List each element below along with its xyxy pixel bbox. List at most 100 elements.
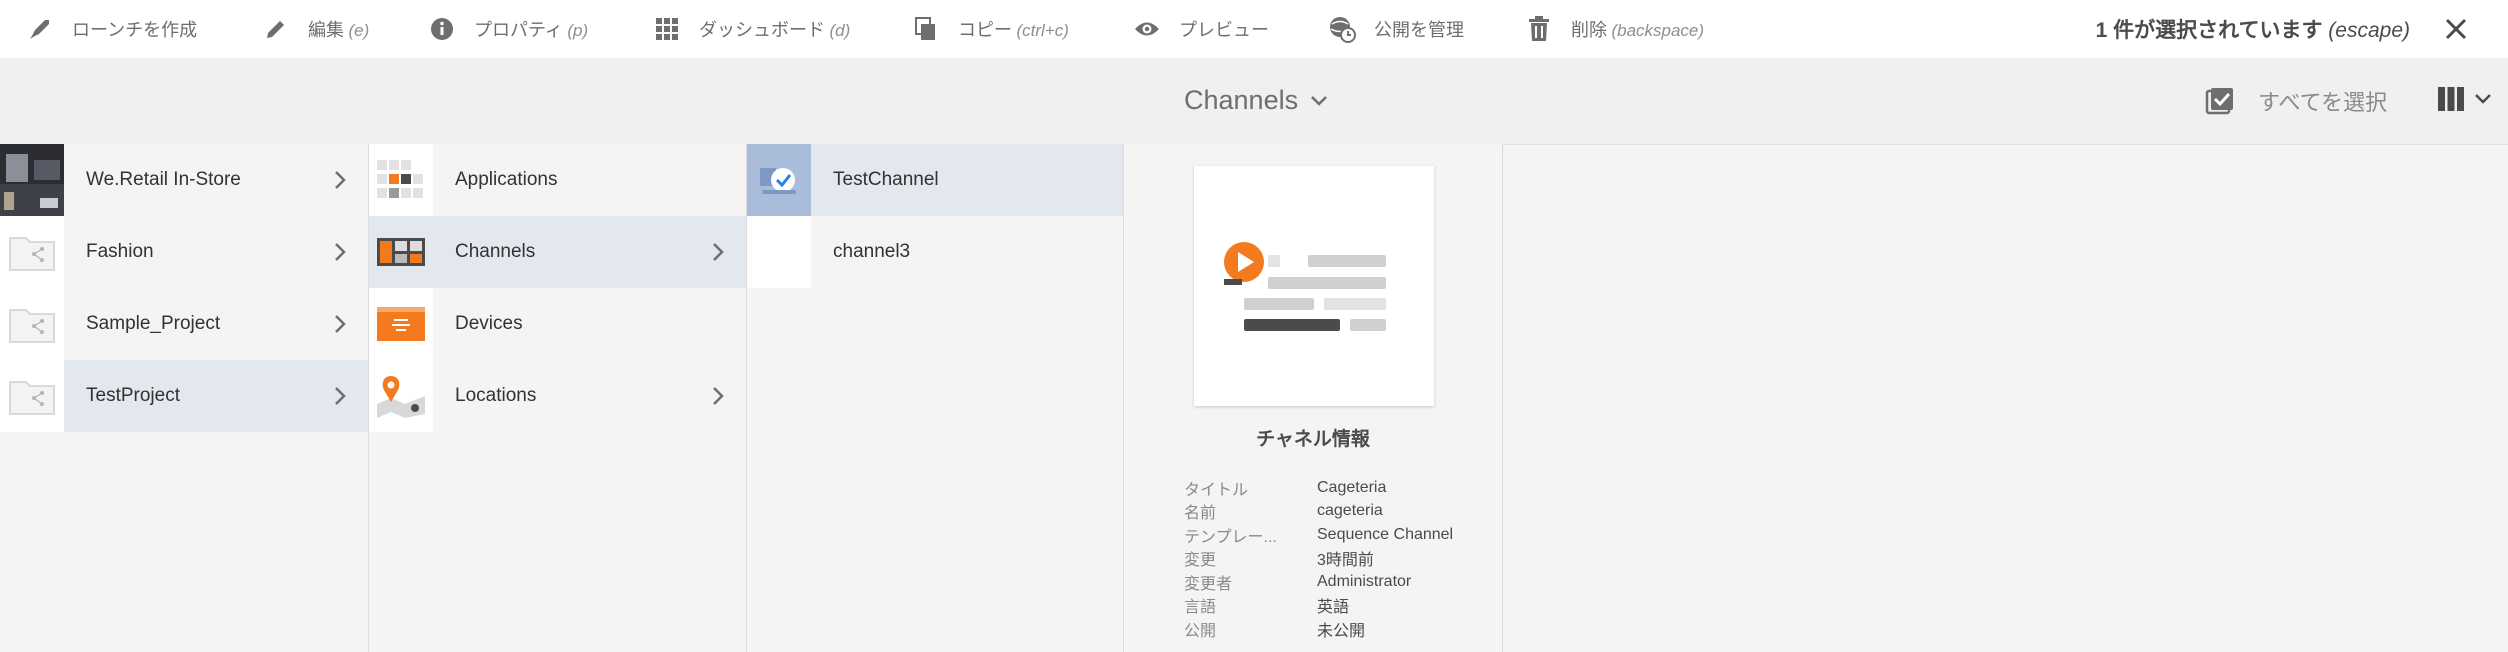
- meta-value: 未公開: [1317, 622, 1366, 640]
- chevron-down-icon: [2475, 94, 2491, 104]
- list-item-we-retail[interactable]: We.Retail In-Store: [0, 144, 368, 216]
- meta-value: Cageteria: [1317, 478, 1387, 496]
- column-view-icon: [2438, 87, 2464, 111]
- create-launch-label: ローンチを作成: [72, 20, 198, 40]
- chevron-right-icon: [335, 243, 346, 261]
- meta-key: 言語: [1184, 599, 1217, 617]
- select-all-label: すべてを選択: [2258, 90, 2388, 115]
- list-item-channel3[interactable]: channel3: [747, 216, 1123, 288]
- meta-key: 公開: [1184, 622, 1217, 640]
- delete-hint: (backspace): [1611, 21, 1705, 40]
- locations-thumbnail: [369, 360, 433, 432]
- chevron-right-icon: [335, 171, 346, 189]
- preview-label: プレビュー: [1179, 20, 1269, 40]
- meta-key: タイトル: [1184, 481, 1249, 499]
- list-item-fashion[interactable]: Fashion: [0, 216, 368, 288]
- close-selection-icon[interactable]: [2442, 15, 2470, 43]
- meta-value: Sequence Channel: [1317, 525, 1454, 543]
- rocket-icon: [26, 15, 54, 43]
- list-item-label: TestChannel: [833, 169, 939, 190]
- edit-button[interactable]: 編集 (e): [262, 10, 369, 48]
- edit-label: 編集: [308, 20, 344, 40]
- channel-preview-card: [1194, 166, 1434, 406]
- meta-key: テンプレー...: [1184, 528, 1277, 546]
- list-item-locations[interactable]: Locations: [369, 360, 746, 432]
- copy-button[interactable]: コピー (ctrl+c): [912, 10, 1069, 48]
- chevron-right-icon: [335, 315, 346, 333]
- trash-icon: [1525, 15, 1553, 43]
- list-item-sample-project[interactable]: Sample_Project: [0, 288, 368, 360]
- page-title: Channels: [1184, 85, 1299, 115]
- select-all-button[interactable]: すべてを選択: [2204, 85, 2387, 117]
- dashboard-label-group: ダッシュボード (d): [699, 16, 850, 42]
- channels-icon: [377, 238, 425, 266]
- properties-button[interactable]: プロパティ (p): [428, 10, 588, 48]
- title-bar: Channels すべてを選択: [0, 58, 2508, 145]
- globe-clock-icon: [1328, 15, 1356, 43]
- folder-thumbnail: [0, 288, 64, 360]
- action-bar: ローンチを作成 編集 (e) プロパティ (p) ダッシュボード (d) コピー…: [0, 0, 2508, 59]
- list-item-channels[interactable]: Channels: [369, 216, 746, 288]
- page-title-dropdown[interactable]: Channels: [1184, 85, 1328, 116]
- meta-row-template: テンプレー... Sequence Channel: [1184, 523, 1484, 547]
- channel-thumbnail: [747, 216, 811, 288]
- chevron-right-icon: [335, 387, 346, 405]
- list-item-label: Sample_Project: [86, 313, 221, 334]
- sequence-channel-icon: [1224, 242, 1386, 331]
- list-item-label: channel3: [833, 241, 911, 262]
- list-item-label: Locations: [455, 385, 537, 406]
- properties-list: タイトル Cageteria 名前 cageteria テンプレー... Sequen…: [1184, 476, 1484, 641]
- delete-label: 削除: [1571, 20, 1607, 40]
- manage-publication-button[interactable]: 公開を管理: [1328, 10, 1464, 48]
- dashboard-hint: (d): [829, 21, 851, 40]
- preview-button[interactable]: プレビュー: [1133, 10, 1269, 48]
- selected-thumbnail[interactable]: [747, 144, 811, 216]
- copy-hint: (ctrl+c): [1016, 21, 1069, 40]
- list-item-test-channel[interactable]: TestChannel: [747, 144, 1123, 216]
- manage-publication-label: 公開を管理: [1374, 20, 1464, 40]
- list-item-test-project[interactable]: TestProject: [0, 360, 368, 432]
- pencil-icon: [262, 15, 290, 43]
- folder-thumbnail: [0, 216, 64, 288]
- devices-icon: [377, 307, 425, 341]
- chevron-right-icon: [713, 243, 724, 261]
- eye-icon: [1133, 15, 1161, 43]
- preview-title: チャネル情報: [1256, 429, 1370, 450]
- preview-column: チャネル情報 タイトル Cageteria 名前 cageteria テンプレー..…: [1124, 144, 1503, 652]
- list-item-label: Applications: [455, 169, 558, 190]
- selection-count-text: 1 件が選択されています: [2095, 19, 2323, 42]
- meta-row-published: 公開 未公開: [1184, 617, 1484, 641]
- folder-thumbnail: [0, 360, 64, 432]
- meta-row-modified: 変更 3時間前: [1184, 547, 1484, 571]
- list-item-label: TestProject: [86, 385, 180, 406]
- delete-button[interactable]: 削除 (backspace): [1525, 10, 1704, 48]
- info-icon: [428, 15, 456, 43]
- dashboard-button[interactable]: ダッシュボード (d): [653, 10, 850, 48]
- meta-key: 変更: [1184, 552, 1217, 570]
- create-launch-button[interactable]: ローンチを作成: [26, 10, 197, 48]
- meta-row-language: 言語 英語: [1184, 594, 1484, 618]
- dashboard-label: ダッシュボード: [699, 20, 825, 40]
- list-item-applications[interactable]: Applications: [369, 144, 746, 216]
- location-pin-icon: [377, 376, 425, 418]
- edit-label-group: 編集 (e): [308, 16, 369, 42]
- chevron-down-icon: [1311, 95, 1327, 106]
- edit-hint: (e): [348, 21, 370, 40]
- grid-icon: [653, 15, 681, 43]
- column-project-contents: Applications Channels Devices Locations: [369, 144, 747, 652]
- chevron-right-icon: [713, 387, 724, 405]
- meta-row-name: 名前 cageteria: [1184, 500, 1484, 524]
- list-item-label: We.Retail In-Store: [86, 169, 241, 190]
- meta-row-title: タイトル Cageteria: [1184, 476, 1484, 500]
- copy-icon: [912, 15, 940, 43]
- column-projects: We.Retail In-Store Fashion Sample_Projec…: [0, 144, 369, 652]
- copy-label: コピー: [958, 20, 1012, 40]
- copy-label-group: コピー (ctrl+c): [958, 16, 1069, 42]
- list-item-devices[interactable]: Devices: [369, 288, 746, 360]
- shared-folder-icon: [9, 309, 55, 343]
- applications-icon: [377, 160, 423, 198]
- list-item-label: Channels: [455, 241, 536, 262]
- delete-label-group: 削除 (backspace): [1571, 16, 1704, 42]
- view-switcher[interactable]: [2438, 87, 2492, 111]
- devices-thumbnail: [369, 288, 433, 360]
